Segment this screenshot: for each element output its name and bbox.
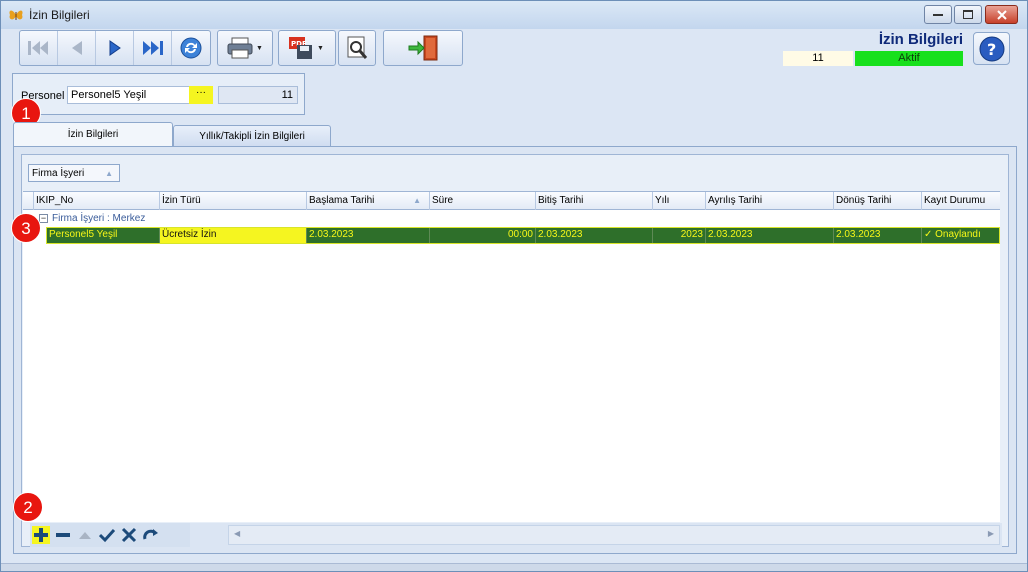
minimize-icon [933,13,943,16]
cancel-record-button[interactable] [120,526,138,544]
tab-panel: Firma İşyeri ▲ IKIP_No İzin Türü Başlama… [13,146,1017,554]
print-icon [227,37,253,59]
last-record-button[interactable] [134,31,172,65]
chevron-down-icon: ▼ [256,44,263,52]
group-by-chip[interactable]: Firma İşyeri ▲ [28,164,120,182]
refresh-icon [180,37,202,59]
next-icon [109,40,121,56]
cell-baslama-tarihi: 2.03.2023 [306,228,429,243]
previous-record-button[interactable] [58,31,96,65]
page-title: İzin Bilgileri [878,31,963,48]
cell-donus-tarihi: 2.03.2023 [833,228,921,243]
add-record-button[interactable] [32,526,50,544]
grid-container: Firma İşyeri ▲ IKIP_No İzin Türü Başlama… [21,154,1009,547]
sort-asc-icon: ▲ [413,196,421,205]
grid-header: IKIP_No İzin Türü Başlama Tarihi ▲ Süre … [23,192,1000,210]
personel-filter: Personel Personel5 Yeşil ··· 11 [12,73,305,115]
column-header[interactable]: Başlama Tarihi ▲ [306,192,429,210]
column-header[interactable]: Kayıt Durumu [921,192,1000,210]
maximize-button[interactable] [954,5,982,24]
window-bottom-border [1,563,1027,571]
personel-id-field: 11 [218,86,298,104]
last-icon [142,41,163,55]
first-record-button[interactable] [20,31,58,65]
scroll-right-icon[interactable]: ▶ [988,529,994,538]
preview-icon [347,36,368,59]
check-icon [99,528,115,543]
up-icon [79,532,91,539]
cell-kayit-durumu: ✓ Onaylandı [921,228,999,243]
column-header[interactable]: Dönüş Tarihi [833,192,921,210]
record-id: 11 [783,51,853,66]
preview-button[interactable] [338,30,376,66]
delete-record-button[interactable] [54,526,72,544]
title-bar: İzin Bilgileri [1,1,1027,29]
collapse-icon[interactable]: − [39,214,48,223]
navigation-group [19,30,211,66]
redo-icon [143,529,158,540]
column-header-label: Başlama Tarihi [309,195,375,206]
svg-text:?: ? [987,40,996,59]
table-row[interactable]: Personel5 Yeşil Ücretsiz İzin 2.03.2023 … [46,227,1000,244]
tab-yillik-izin-bilgileri[interactable]: Yıllık/Takipli İzin Bilgileri [173,125,331,147]
help-button[interactable]: ? [973,32,1010,65]
step-marker-2: 2 [13,492,43,522]
move-up-button[interactable] [76,526,94,544]
remove-icon [56,533,70,537]
horizontal-scrollbar[interactable]: ◀ ▶ [228,525,1000,545]
tab-izin-bilgileri[interactable]: İzin Bilgileri [13,122,173,147]
data-grid: IKIP_No İzin Türü Başlama Tarihi ▲ Süre … [23,191,1000,522]
next-record-button[interactable] [96,31,134,65]
group-row-label: Firma İşyeri : Merkez [52,213,146,224]
refresh-button[interactable] [172,31,210,65]
first-icon [27,41,48,55]
cell-izin-turu: Ücretsiz İzin [159,228,306,243]
column-header[interactable]: İzin Türü [159,192,306,210]
butterfly-icon [9,10,23,20]
scroll-left-icon[interactable]: ◀ [234,529,240,538]
refresh-record-button[interactable] [142,526,160,544]
exit-icon [408,35,438,61]
cell-sure: 00:00 [429,228,535,243]
close-button[interactable] [985,5,1018,24]
window-title: İzin Bilgileri [29,8,90,22]
grid-navigator: ◀ ▶ [30,523,1002,547]
cell-bitis-tarihi: 2.03.2023 [535,228,652,243]
close-icon [996,9,1007,20]
sort-asc-icon: ▲ [105,169,113,178]
cell-yili: 2023 [652,228,705,243]
column-header[interactable]: Ayrılış Tarihi [705,192,833,210]
main-window: İzin Bilgileri ▼ PDF ▼ İzin Bilgileri 11… [0,0,1028,572]
pdf-save-icon: PDF [289,37,312,59]
maximize-icon [963,10,973,19]
navigator-buttons [30,523,190,547]
group-by-label: Firma İşyeri [32,168,85,179]
personel-lookup-button[interactable]: ··· [189,86,213,104]
status-badge: Aktif [855,51,963,66]
minimize-button[interactable] [924,5,952,24]
cell-ikip-no: Personel5 Yeşil [49,229,118,240]
pdf-save-button[interactable]: PDF ▼ [278,30,336,66]
cancel-icon [121,527,137,543]
column-header[interactable]: Süre [429,192,535,210]
column-header[interactable]: IKIP_No [33,192,159,210]
cell-ayrilis-tarihi: 2.03.2023 [705,228,833,243]
print-button[interactable]: ▼ [217,30,273,66]
add-icon [34,528,48,542]
prev-icon [71,41,82,55]
column-header[interactable]: Yılı [652,192,705,210]
post-record-button[interactable] [98,526,116,544]
help-icon: ? [979,36,1004,61]
step-marker-3: 3 [11,213,41,243]
row-indicator-header [23,192,33,210]
exit-button[interactable] [383,30,463,66]
chevron-down-icon: ▼ [317,44,324,52]
group-row[interactable]: − Firma İşyeri : Merkez [23,211,1000,227]
column-header[interactable]: Bitiş Tarihi [535,192,652,210]
